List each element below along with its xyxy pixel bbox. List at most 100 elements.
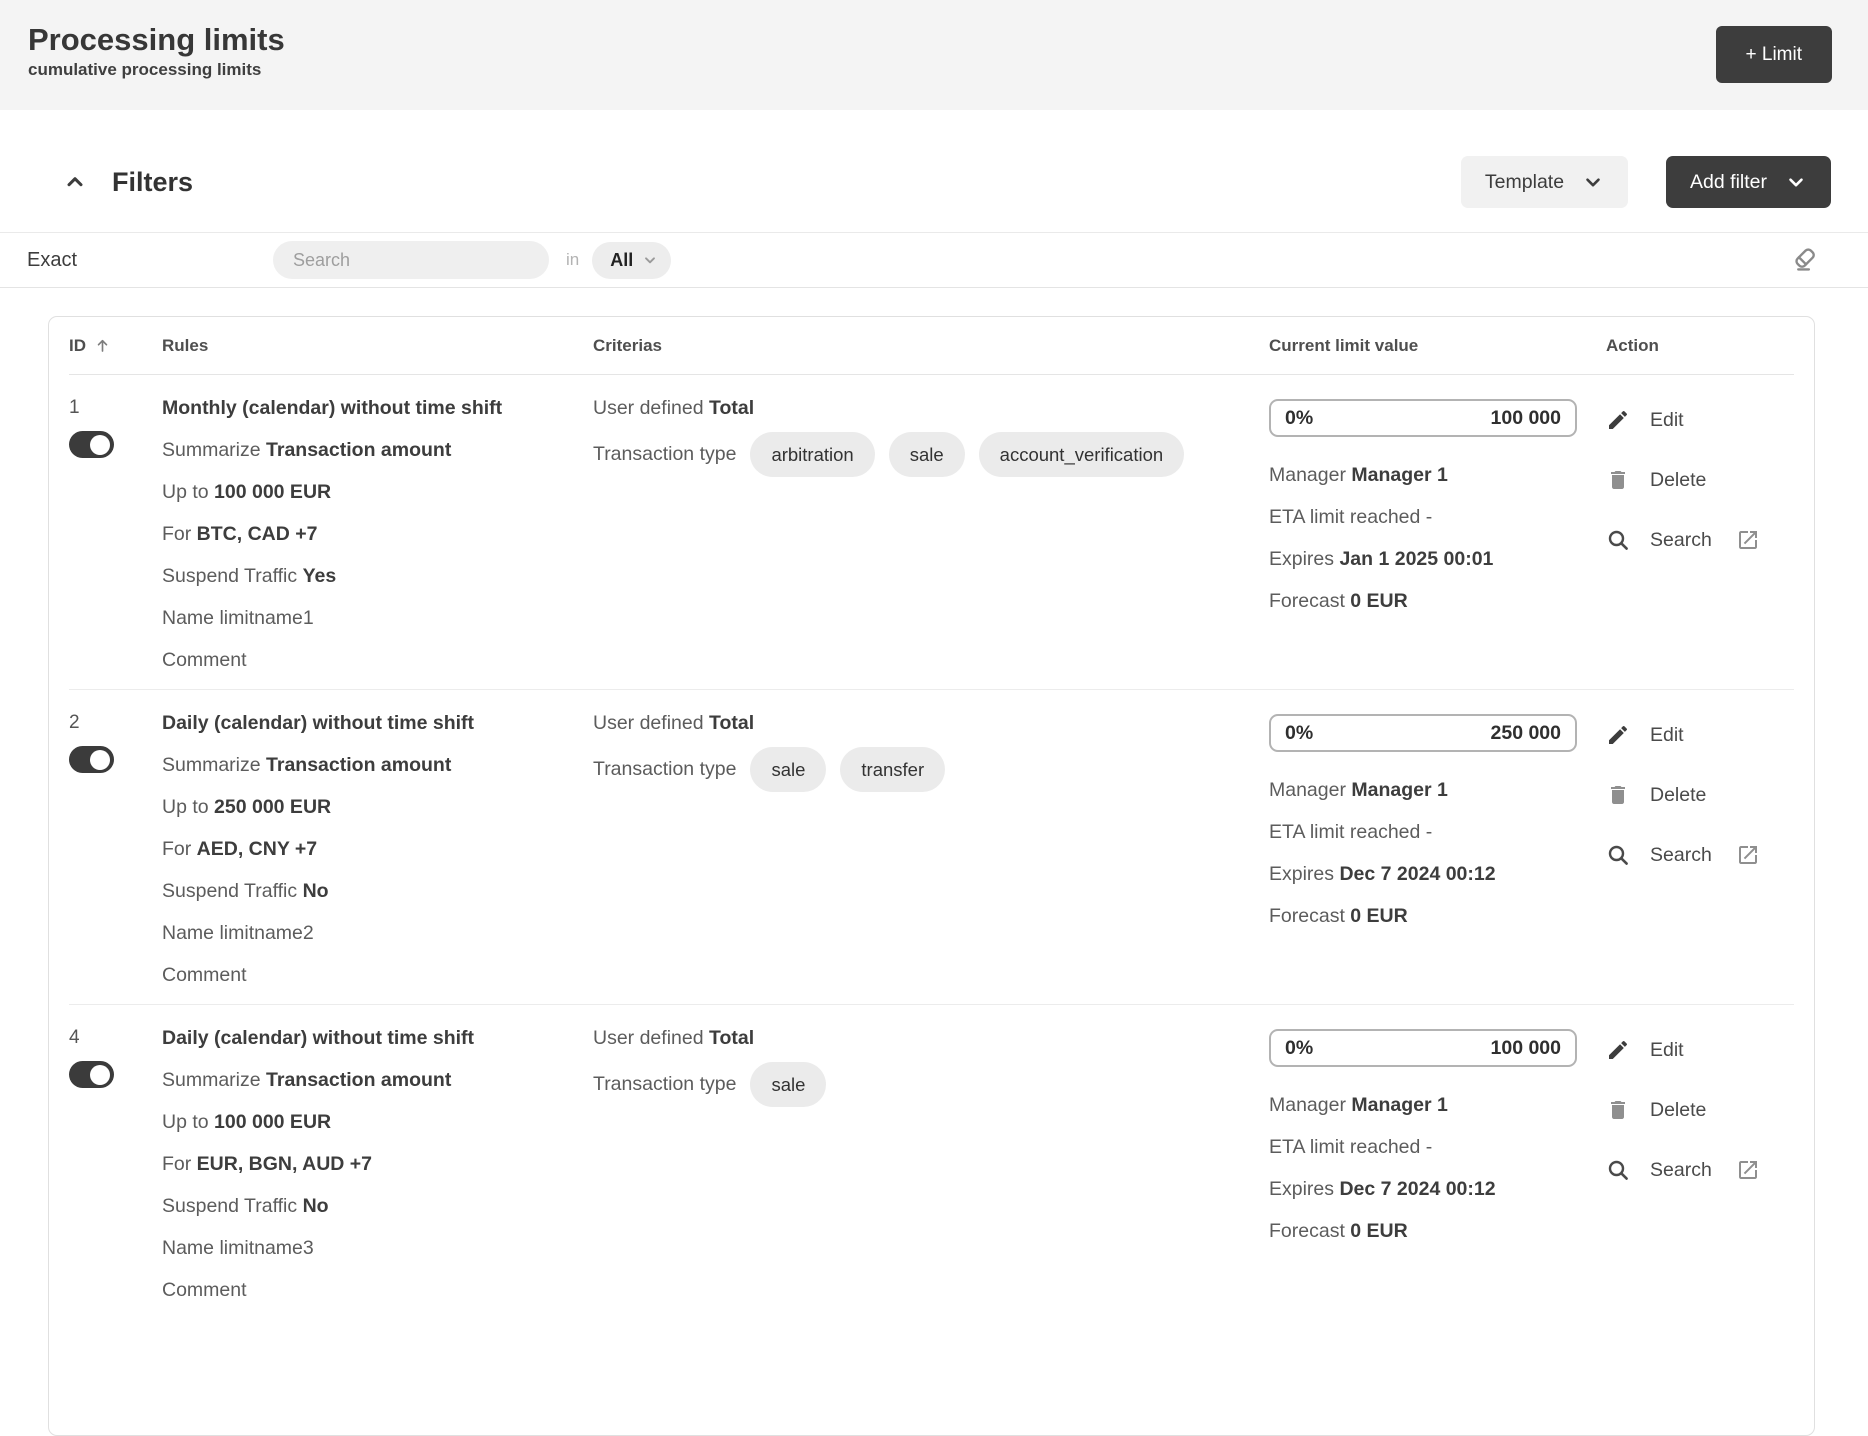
external-link-icon[interactable] [1736, 528, 1760, 552]
search-limit-button[interactable]: Search [1606, 1149, 1794, 1191]
exact-filter-row: Exact in All [0, 232, 1868, 288]
pencil-icon [1606, 408, 1630, 432]
limit-amount: 250 000 [1491, 722, 1562, 745]
limit-progress-box: 0% 250 000 [1269, 714, 1577, 752]
clear-filters-button[interactable] [1791, 244, 1823, 276]
criteria-transaction-type: Transaction type sale [593, 1062, 1269, 1107]
template-dropdown-label: Template [1485, 171, 1564, 194]
chevron-up-icon [62, 169, 88, 195]
limit-cell: 0% 100 000 Manager Manager 1 ETA limit r… [1269, 1017, 1606, 1311]
limit-enabled-toggle[interactable] [69, 746, 114, 773]
page-header: Processing limits cumulative processing … [0, 0, 1868, 110]
external-link-icon[interactable] [1736, 843, 1760, 867]
delete-button[interactable]: Delete [1606, 774, 1794, 816]
trash-icon [1606, 783, 1630, 807]
exact-filter-label: Exact [27, 249, 273, 272]
pencil-icon [1606, 723, 1630, 747]
column-header-limit: Current limit value [1269, 336, 1606, 356]
collapse-filters-button[interactable] [62, 169, 88, 195]
criterias-cell: User defined Total Transaction type sale [593, 1017, 1269, 1311]
rule-name: Name limitname3 [162, 1227, 593, 1269]
limit-expires: Expires Dec 7 2024 00:12 [1269, 853, 1606, 895]
chevron-down-icon [642, 252, 658, 268]
trash-icon [1606, 468, 1630, 492]
criterias-cell: User defined Total Transaction type arbi… [593, 387, 1269, 681]
limit-amount: 100 000 [1491, 1037, 1562, 1060]
rule-currencies: For AED, CNY +7 [162, 828, 593, 870]
search-limit-button[interactable]: Search [1606, 834, 1794, 876]
row-id: 4 [69, 1017, 162, 1059]
chevron-down-icon [1582, 171, 1604, 193]
column-header-action: Action [1606, 336, 1794, 356]
id-cell: 2 [69, 702, 162, 996]
action-cell: Edit Delete Search [1606, 399, 1794, 681]
trash-icon [1606, 1098, 1630, 1122]
criteria-transaction-type: Transaction type arbitration sale accoun… [593, 432, 1269, 477]
limit-manager: Manager Manager 1 [1269, 769, 1606, 811]
delete-button[interactable]: Delete [1606, 1089, 1794, 1131]
limit-progress-box: 0% 100 000 [1269, 399, 1577, 437]
toggle-knob [90, 750, 110, 770]
rule-comment: Comment [162, 1269, 593, 1311]
limit-amount: 100 000 [1491, 407, 1562, 430]
add-limit-button[interactable]: + Limit [1716, 26, 1833, 83]
rule-name: Name limitname2 [162, 912, 593, 954]
limits-table: ID Rules Criterias Current limit value A… [48, 316, 1815, 1436]
criteria-user-defined: User defined Total [593, 1017, 1269, 1059]
rule-currencies: For EUR, BGN, AUD +7 [162, 1143, 593, 1185]
rule-up-to: Up to 100 000 EUR [162, 1101, 593, 1143]
rule-up-to: Up to 100 000 EUR [162, 471, 593, 513]
column-header-criterias: Criterias [593, 336, 1269, 356]
template-dropdown-button[interactable]: Template [1461, 156, 1628, 208]
delete-button[interactable]: Delete [1606, 459, 1794, 501]
limit-cell: 0% 250 000 Manager Manager 1 ETA limit r… [1269, 702, 1606, 996]
chevron-down-icon [1785, 171, 1807, 193]
criteria-user-defined: User defined Total [593, 387, 1269, 429]
row-id: 1 [69, 387, 162, 429]
edit-button[interactable]: Edit [1606, 1029, 1794, 1071]
limit-enabled-toggle[interactable] [69, 1061, 114, 1088]
limit-eta: ETA limit reached - [1269, 496, 1606, 538]
limit-eta: ETA limit reached - [1269, 1126, 1606, 1168]
action-cell: Edit Delete Search [1606, 714, 1794, 996]
limit-manager: Manager Manager 1 [1269, 454, 1606, 496]
table-row: 2 Daily (calendar) without time shift Su… [69, 690, 1794, 1005]
edit-button[interactable]: Edit [1606, 399, 1794, 441]
rule-title: Daily (calendar) without time shift [162, 1017, 593, 1059]
pencil-icon [1606, 1038, 1630, 1062]
table-row: 4 Daily (calendar) without time shift Su… [69, 1005, 1794, 1319]
limit-forecast: Forecast 0 EUR [1269, 1210, 1606, 1252]
table-row: 1 Monthly (calendar) without time shift … [69, 375, 1794, 690]
magnifier-icon [1606, 1158, 1630, 1182]
row-id: 2 [69, 702, 162, 744]
search-input[interactable] [273, 241, 549, 279]
external-link-icon[interactable] [1736, 1158, 1760, 1182]
limit-forecast: Forecast 0 EUR [1269, 580, 1606, 622]
limit-percent: 0% [1285, 1037, 1313, 1060]
limit-enabled-toggle[interactable] [69, 431, 114, 458]
search-limit-button[interactable]: Search [1606, 519, 1794, 561]
id-cell: 4 [69, 1017, 162, 1311]
in-label: in [566, 250, 579, 270]
eraser-icon [1792, 245, 1822, 275]
page-subtitle: cumulative processing limits [28, 60, 261, 80]
column-header-rules: Rules [162, 336, 593, 356]
limit-eta: ETA limit reached - [1269, 811, 1606, 853]
magnifier-icon [1606, 843, 1630, 867]
limit-manager: Manager Manager 1 [1269, 1084, 1606, 1126]
limit-percent: 0% [1285, 407, 1313, 430]
add-filter-label: Add filter [1690, 171, 1767, 194]
rule-title: Daily (calendar) without time shift [162, 702, 593, 744]
search-scope-select[interactable]: All [592, 242, 671, 279]
filters-title: Filters [112, 167, 193, 198]
limit-expires: Expires Jan 1 2025 00:01 [1269, 538, 1606, 580]
column-header-id[interactable]: ID [69, 336, 162, 356]
sort-ascending-icon [93, 336, 112, 355]
add-filter-dropdown-button[interactable]: Add filter [1666, 156, 1831, 208]
edit-button[interactable]: Edit [1606, 714, 1794, 756]
rules-cell: Daily (calendar) without time shift Summ… [162, 1017, 593, 1311]
rule-summarize: Summarize Transaction amount [162, 1059, 593, 1101]
page-title: Processing limits [28, 22, 285, 58]
transaction-type-chip: sale [750, 747, 826, 792]
rule-suspend-traffic: Suspend Traffic Yes [162, 555, 593, 597]
